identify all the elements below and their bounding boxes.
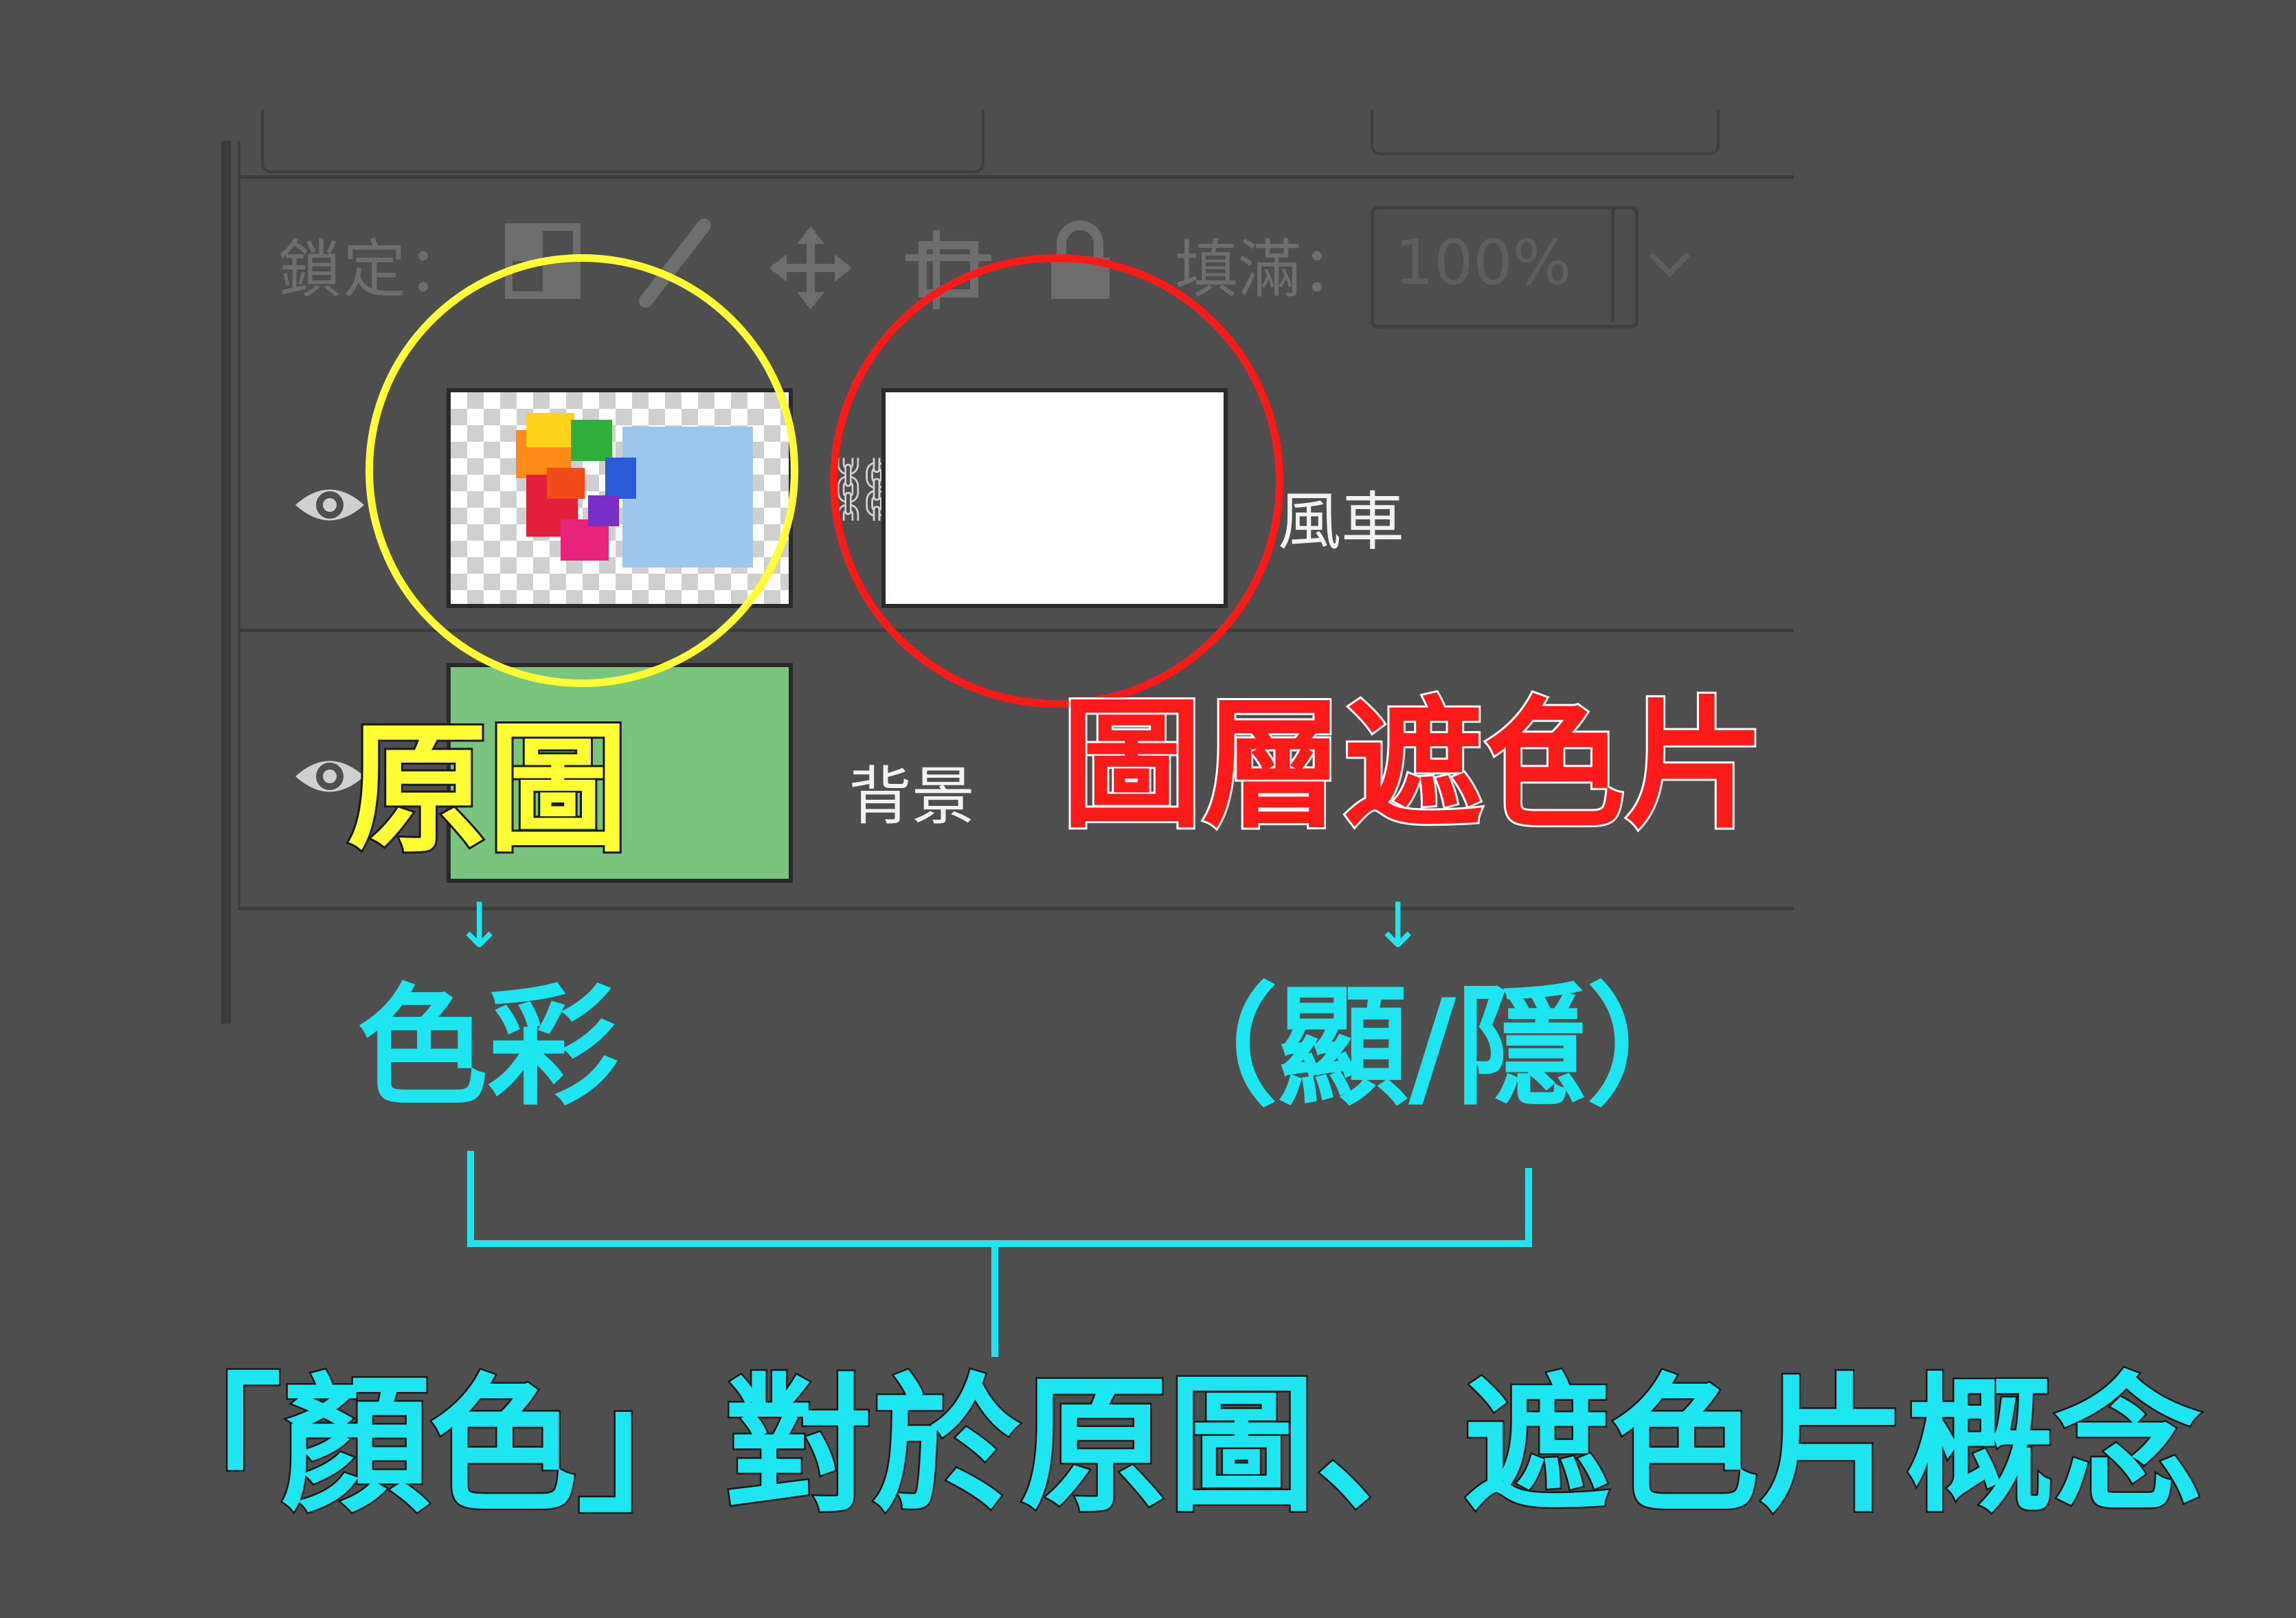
blend-mode-dropdown[interactable] [261,110,984,173]
fill-label: 填滿： [1175,233,1365,306]
divider [238,175,1794,179]
chevron-down-icon[interactable] [1645,247,1693,282]
layer-name-windmill[interactable]: 風車 [1278,471,1404,562]
panel-border [221,141,231,1024]
fill-value[interactable]: 100% [1395,227,1571,299]
label-original: 原圖 [345,708,631,872]
layer-name-background[interactable]: 背景 [848,745,975,837]
lock-label: 鎖定： [278,233,473,306]
move-icon[interactable] [769,227,852,309]
label-color-role: 色彩 [357,971,619,1123]
bracket-left [467,1151,474,1247]
panel-border-inner [238,141,240,910]
highlight-circle-mask [830,254,1283,708]
fill-separator [1611,206,1614,322]
label-show-hide-role: （顯/隱） [1147,971,1718,1123]
bracket-right [1525,1168,1532,1247]
arrow-down-mask: ↓ [1372,890,1424,962]
summary-title: 「顏色」對於原圖、遮色片概念 [133,1360,2204,1532]
bracket-bottom [467,1240,1532,1247]
arrow-down-original: ↓ [453,890,506,962]
highlight-circle-original [365,254,798,687]
opacity-field[interactable] [1371,110,1720,155]
bracket-stem [991,1240,998,1357]
label-layer-mask: 圖層遮色片 [1059,684,1768,848]
eye-icon[interactable] [292,481,368,529]
